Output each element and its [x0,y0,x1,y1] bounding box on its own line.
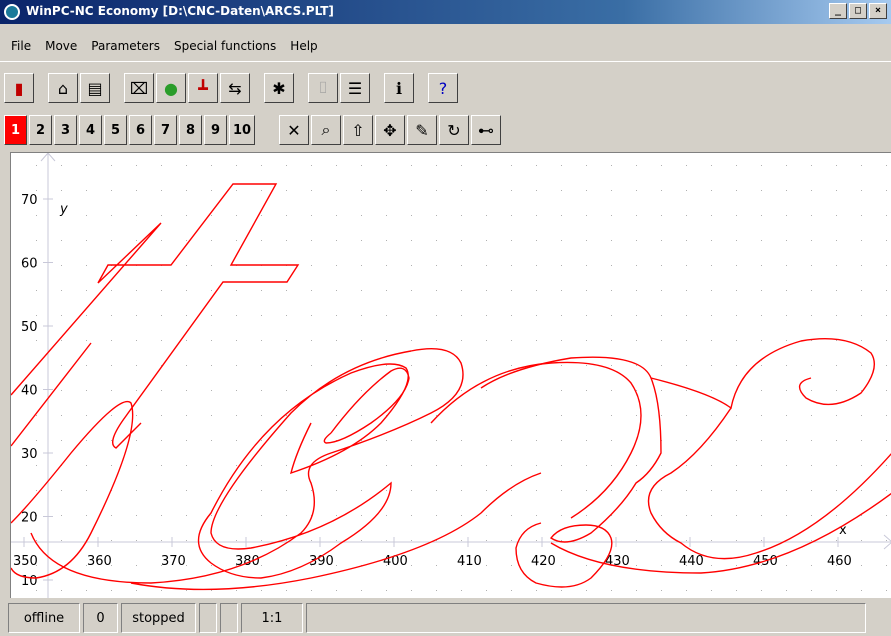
move-button[interactable]: ✥ [375,115,405,145]
x-tick-label: 440 [679,554,704,569]
x-tick-label: 350 [13,554,38,569]
pen-icon: ✎ [415,120,429,140]
document-button[interactable]: ▤ [80,73,110,103]
status-message [306,603,866,633]
close-button[interactable]: × [869,3,887,19]
y-axis-label: y [59,202,68,217]
help-button[interactable]: ? [428,73,458,103]
exit-icon: ▮ [14,78,24,98]
layer-button-7[interactable]: 7 [154,115,177,145]
view-icon: ⊷ [478,120,494,140]
layer-toolbar: 1 2 3 4 5 6 7 8 9 10 ✕ ⌕ ⇧ ✥ ✎ ↻ ⊷ [4,114,503,146]
status-count: 0 [83,603,118,633]
color-layers-icon: ● [164,78,178,98]
x-tick-label: 370 [161,554,186,569]
status-empty-2 [220,603,238,633]
main-toolbar: ▮ ⌂ ▤ ⌧ ● ┻ ⇆ ✱ ⌷ ☰ ℹ? [4,72,460,104]
plot-outline [647,338,891,560]
minimize-button[interactable]: _ [829,3,847,19]
plot-outline [11,183,300,449]
status-empty-1 [199,603,217,633]
pen-button[interactable]: ✎ [407,115,437,145]
list-button[interactable]: ☰ [340,73,370,103]
window-title: WinPC-NC Economy [D:\CNC-Daten\ARCS.PLT] [26,4,334,18]
zoom-icon: ⌕ [321,120,331,139]
status-state: stopped [121,603,196,633]
tool-change-button[interactable]: ⌷ [308,73,338,103]
view-button[interactable]: ⊷ [471,115,501,145]
tool-change-icon: ⌷ [318,78,328,97]
exit-button[interactable]: ▮ [4,73,34,103]
y-tick-label: 20 [21,511,38,526]
x-tick-label: 360 [87,554,112,569]
title-bar: WinPC-NC Economy [D:\CNC-Daten\ARCS.PLT]… [0,0,891,24]
y-tick-label: 70 [21,193,38,208]
plot-outline [30,348,464,584]
color-layers-button[interactable]: ● [156,73,186,103]
move-icon: ✥ [383,120,397,140]
vector-button[interactable]: ⌧ [124,73,154,103]
layer-button-6[interactable]: 6 [129,115,152,145]
status-connection: offline [8,603,80,633]
x-tick-label: 410 [457,554,482,569]
menu-file[interactable]: File [4,24,38,53]
layer-button-5[interactable]: 5 [104,115,127,145]
teach-in-icon: ⇆ [228,78,242,98]
x-tick-label: 460 [827,554,852,569]
status-scale: 1:1 [241,603,303,633]
layer-button-9[interactable]: 9 [204,115,227,145]
arrow-up-button[interactable]: ⇧ [343,115,373,145]
y-tick-label: 60 [21,257,38,272]
menu-special-functions[interactable]: Special functions [167,24,283,53]
y-tick-label: 50 [21,320,38,335]
info-button[interactable]: ℹ [384,73,414,103]
help-icon: ? [438,78,448,98]
plot-svg[interactable]: 350 360 370 380 390 400 410 420 430 440 450 4601020… [11,153,891,598]
drawing-area[interactable]: 350 360 370 380 390 400 410 420 430 440 450 460 10 20… [10,152,891,598]
menu-parameters[interactable]: Parameters [84,24,167,53]
app-icon [4,4,20,20]
layer-button-10[interactable]: 10 [229,115,255,145]
tools-icon: ✱ [272,78,286,98]
menu-help[interactable]: Help [283,24,324,53]
menu-move[interactable]: Move [38,24,84,53]
redraw-button[interactable]: ↻ [439,115,469,145]
arrow-up-icon: ⇧ [351,120,365,140]
layer-button-1[interactable]: 1 [4,115,27,145]
layer-button-3[interactable]: 3 [54,115,77,145]
layer-button-2[interactable]: 2 [29,115,52,145]
zoom-button[interactable]: ⌕ [311,115,341,145]
menu-bar: File Move Parameters Special functions H… [0,24,891,62]
reference-run-icon: ┻ [198,78,208,98]
document-icon: ▤ [87,78,103,98]
layer-button-4[interactable]: 4 [79,115,102,145]
cancel-button[interactable]: ✕ [279,115,309,145]
tools-button[interactable]: ✱ [264,73,294,103]
layer-button-8[interactable]: 8 [179,115,202,145]
redraw-icon: ↻ [447,120,461,140]
info-icon: ℹ [395,78,403,98]
reference-run-button[interactable]: ┻ [188,73,218,103]
status-bar: offline 0 stopped 1:1 [0,600,891,636]
open-folder-button[interactable]: ⌂ [48,73,78,103]
open-folder-icon: ⌂ [57,78,69,98]
teach-in-button[interactable]: ⇆ [220,73,250,103]
y-tick-label: 40 [21,384,38,399]
x-tick-label: 420 [531,554,556,569]
list-icon: ☰ [347,78,363,98]
cancel-icon: ✕ [287,120,301,140]
y-tick-label: 30 [21,447,38,462]
maximize-button[interactable]: □ [849,3,867,19]
vector-icon: ⌧ [129,78,149,98]
